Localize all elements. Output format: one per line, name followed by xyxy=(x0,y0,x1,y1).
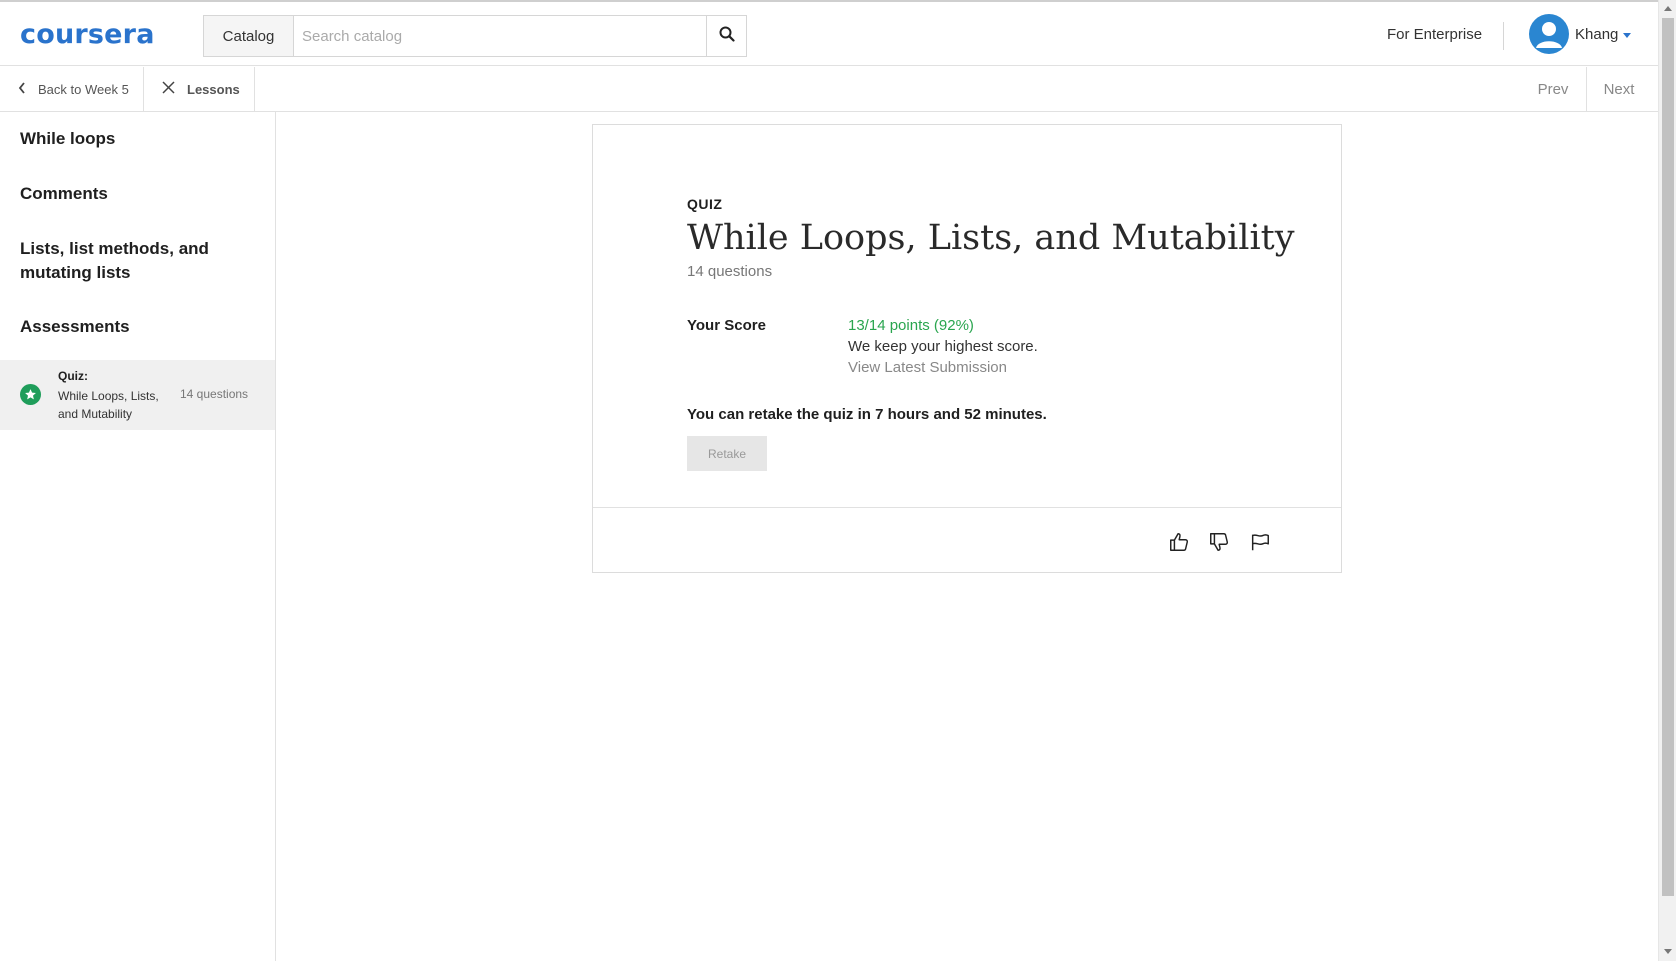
sidebar-item-comments[interactable]: Comments xyxy=(20,182,250,206)
flag-icon[interactable] xyxy=(1247,529,1273,555)
back-to-week-link[interactable]: Back to Week 5 xyxy=(0,67,144,111)
coursera-logo[interactable]: coursera xyxy=(20,18,155,52)
catalog-button[interactable]: Catalog xyxy=(204,16,294,56)
sidebar-item-assessments[interactable]: Assessments xyxy=(20,315,250,339)
quiz-type-label: Quiz: xyxy=(58,369,88,383)
lesson-navigation-bar: Back to Week 5 Lessons Prev Next xyxy=(0,67,1658,112)
sidebar-item-while-loops[interactable]: While loops xyxy=(20,127,250,151)
search-input[interactable] xyxy=(294,16,706,56)
quiz-item-count: 14 questions xyxy=(180,387,249,401)
username[interactable]: Khang xyxy=(1575,26,1618,43)
close-icon xyxy=(162,81,175,97)
retake-button[interactable]: Retake xyxy=(687,436,767,471)
search-icon xyxy=(719,26,735,47)
score-note: We keep your highest score. xyxy=(848,338,1038,355)
next-button[interactable]: Next xyxy=(1588,67,1650,111)
sidebar-item-lists[interactable]: Lists, list methods, and mutating lists xyxy=(20,237,250,285)
thumbs-down-icon[interactable] xyxy=(1206,529,1232,555)
scrollbar-thumb[interactable] xyxy=(1662,18,1674,896)
star-icon xyxy=(20,384,41,405)
scroll-down-icon[interactable] xyxy=(1664,949,1672,954)
scroll-up-icon[interactable] xyxy=(1664,6,1672,11)
card-divider xyxy=(593,507,1341,508)
prev-button[interactable]: Prev xyxy=(1520,67,1587,111)
catalog-search: Catalog xyxy=(203,15,747,57)
back-to-week-label: Back to Week 5 xyxy=(38,81,129,97)
lessons-toggle[interactable]: Lessons xyxy=(144,67,255,111)
for-enterprise-link[interactable]: For Enterprise xyxy=(1387,26,1482,43)
thumbs-up-icon[interactable] xyxy=(1166,529,1192,555)
lesson-sidebar: While loops Comments Lists, list methods… xyxy=(0,112,276,961)
sidebar-item-quiz[interactable]: Quiz: While Loops, Lists, and Mutability… xyxy=(0,360,275,430)
score-label: Your Score xyxy=(687,317,766,334)
header-divider xyxy=(1503,22,1504,50)
search-button[interactable] xyxy=(706,16,746,56)
quiz-label: QUIZ xyxy=(687,196,723,212)
question-count: 14 questions xyxy=(687,263,773,280)
retake-note: You can retake the quiz in 7 hours and 5… xyxy=(687,406,1047,423)
user-icon xyxy=(1536,22,1562,48)
top-navigation: coursera Catalog For Enterprise Khang xyxy=(0,2,1658,66)
view-latest-submission-link[interactable]: View Latest Submission xyxy=(848,359,1007,376)
chevron-down-icon[interactable] xyxy=(1623,33,1631,38)
score-value: 13/14 points (92%) xyxy=(848,317,974,334)
avatar[interactable] xyxy=(1529,14,1569,54)
page-scrollbar[interactable] xyxy=(1658,0,1676,961)
quiz-card: QUIZ While Loops, Lists, and Mutability … xyxy=(592,124,1342,573)
quiz-item-title: While Loops, Lists, and Mutability xyxy=(58,389,159,421)
chevron-left-icon xyxy=(18,81,26,97)
page-title: While Loops, Lists, and Mutability xyxy=(687,218,1295,258)
lessons-label: Lessons xyxy=(187,81,240,97)
